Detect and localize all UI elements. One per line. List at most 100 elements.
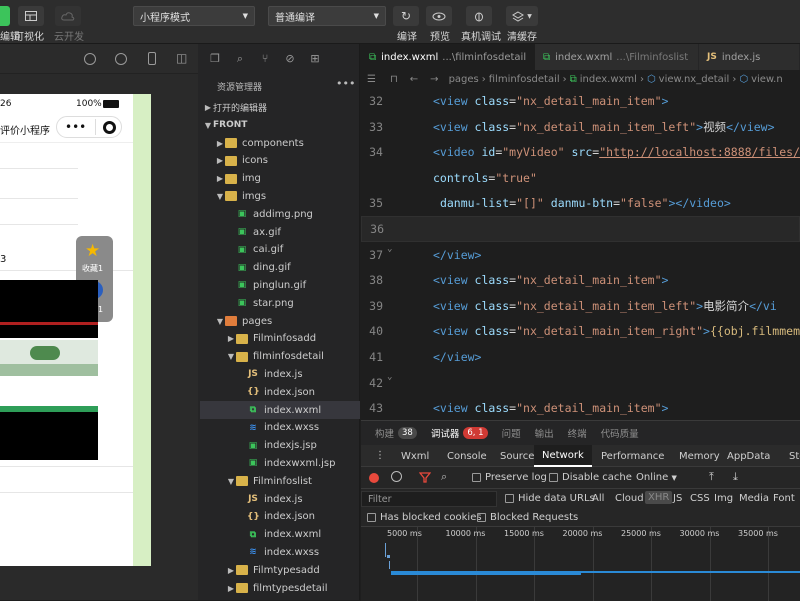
search-icon[interactable]: ⌕: [234, 53, 246, 65]
search-icon[interactable]: ⌕: [441, 470, 447, 484]
close-icon[interactable]: [103, 121, 116, 134]
tree-item[interactable]: ⧉ index.wxml: [200, 401, 360, 419]
tree-item[interactable]: ▶ Filminfosadd: [200, 330, 360, 348]
record-icon[interactable]: [369, 473, 379, 483]
filter-input[interactable]: Filter: [361, 491, 497, 507]
filter-type-all[interactable]: All: [592, 493, 604, 504]
tree-item[interactable]: ▼ imgs: [200, 187, 360, 205]
filter-type-xhr[interactable]: XHR: [645, 491, 673, 504]
breadcrumb-item[interactable]: pages: [449, 74, 479, 85]
tree-item[interactable]: ▶ Filmtypesadd: [200, 561, 360, 579]
filter-type-cloud[interactable]: Cloud: [615, 493, 644, 504]
tree-item[interactable]: ▶ img: [200, 170, 360, 188]
tree-item[interactable]: ▣ star.png: [200, 294, 360, 312]
disable-cache-checkbox[interactable]: Disable cache: [549, 472, 632, 483]
tab-index-wxml-detail[interactable]: ⧉ index.wxml ...\filminfosdetail ✕: [361, 44, 542, 70]
panel-tab[interactable]: 输出: [535, 426, 554, 440]
star-icon[interactable]: ★: [85, 241, 100, 261]
compile-select[interactable]: 普通编译 ▼: [268, 6, 386, 26]
preview-button[interactable]: [426, 6, 452, 26]
devtools-tab-wxml[interactable]: Wxml: [401, 445, 429, 467]
root-section[interactable]: ▼ FRONT: [200, 116, 360, 134]
devtools-tab-performance[interactable]: Performance: [601, 445, 664, 467]
breadcrumb-item[interactable]: index.wxml: [580, 74, 637, 85]
capsule-menu[interactable]: •••: [56, 116, 122, 138]
list-icon[interactable]: ☰: [367, 74, 376, 85]
compile-mode-select[interactable]: 小程序模式 ▼: [133, 6, 255, 26]
download-icon[interactable]: ⤓: [733, 470, 738, 484]
tree-item[interactable]: JS index.js: [200, 365, 360, 383]
upload-icon[interactable]: ⤒: [709, 470, 714, 484]
hide-data-urls-checkbox[interactable]: Hide data URLs: [505, 493, 595, 504]
preserve-log-checkbox[interactable]: Preserve log: [472, 472, 547, 483]
blocked-cookies-checkbox[interactable]: Has blocked cookies: [367, 512, 482, 523]
clear-icon[interactable]: [391, 471, 402, 482]
filter-icon[interactable]: [419, 472, 431, 483]
filter-type-img[interactable]: Img: [714, 493, 733, 504]
network-timeline[interactable]: 5000 ms 10000 ms 15000 ms 20000 ms 25000 ms 3…: [361, 527, 800, 601]
tree-item[interactable]: ▣ indexwxml.jsp: [200, 454, 360, 472]
throttle-select[interactable]: Online ▼: [636, 472, 677, 483]
tree-item[interactable]: ▣ addimg.png: [200, 205, 360, 223]
cloud-dev-button[interactable]: [55, 6, 81, 26]
tree-item[interactable]: ▣ cai.gif: [200, 241, 360, 259]
tree-item[interactable]: ≋ index.wxss: [200, 419, 360, 437]
filter-type-font[interactable]: Font: [773, 493, 795, 504]
extensions-icon[interactable]: ⊞: [309, 53, 321, 65]
remote-debug-button[interactable]: [466, 6, 492, 26]
open-editors-section[interactable]: ▶ 打开的编辑器: [200, 98, 360, 116]
tree-item[interactable]: ▣ indexjs.jsp: [200, 437, 360, 455]
breadcrumb-item[interactable]: filminfosdetail: [489, 74, 560, 85]
split-view-icon[interactable]: ◫: [176, 51, 187, 65]
panel-tab[interactable]: 代码质量: [601, 426, 639, 440]
video-thumb[interactable]: [0, 280, 98, 338]
files-icon[interactable]: ❐: [209, 53, 221, 65]
fold-icon[interactable]: ⌄: [387, 372, 392, 382]
phone-icon[interactable]: [148, 52, 156, 65]
panel-tab[interactable]: 问题: [502, 426, 521, 440]
blocked-requests-checkbox[interactable]: Blocked Requests: [477, 512, 578, 523]
tree-item[interactable]: ⧉ index.wxml: [200, 526, 360, 544]
tree-item[interactable]: ▼ Filminfoslist: [200, 472, 360, 490]
source-control-icon[interactable]: ⑂: [259, 53, 271, 65]
visual-toggle-button[interactable]: [18, 6, 44, 26]
tree-item[interactable]: JS index.js: [200, 490, 360, 508]
fold-icon[interactable]: ⌄: [387, 244, 392, 254]
panel-tab[interactable]: 调试器 6, 1: [431, 426, 488, 440]
editor-toggle-button[interactable]: [0, 6, 10, 26]
breadcrumb-item[interactable]: view.nx_detail: [659, 74, 730, 85]
tree-item[interactable]: ▣ ding.gif: [200, 259, 360, 277]
breadcrumb-item[interactable]: view.n: [751, 74, 783, 85]
devtools-tab-sto[interactable]: Sto: [789, 445, 800, 467]
more-icon[interactable]: •••: [65, 120, 86, 134]
tree-item[interactable]: ▣ ax.gif: [200, 223, 360, 241]
filter-type-js[interactable]: JS: [673, 493, 682, 504]
devtools-menu-icon[interactable]: ⋮: [375, 450, 385, 461]
video-thumb-2[interactable]: [0, 412, 98, 460]
rotate-icon[interactable]: [84, 53, 96, 65]
forward-arrow-icon[interactable]: →: [430, 74, 438, 85]
filter-type-media[interactable]: Media: [739, 493, 769, 504]
more-icon[interactable]: •••: [336, 77, 355, 90]
tab-index-js[interactable]: JS index.js: [699, 44, 800, 70]
tree-item[interactable]: {} index.json: [200, 508, 360, 526]
panel-tab[interactable]: 构建 38: [375, 426, 417, 440]
devtools-tab-network[interactable]: Network: [534, 445, 592, 467]
record-icon[interactable]: [115, 53, 127, 65]
debug-icon[interactable]: ⊘: [284, 53, 296, 65]
tree-item[interactable]: ▣ pinglun.gif: [200, 276, 360, 294]
bookmark-icon[interactable]: ⊓: [390, 74, 398, 85]
devtools-tab-console[interactable]: Console: [447, 445, 487, 467]
tree-item[interactable]: ≋ index.wxss: [200, 543, 360, 561]
tree-item[interactable]: ▼ pages: [200, 312, 360, 330]
clear-cache-button[interactable]: ▼: [506, 6, 538, 26]
filter-type-css[interactable]: CSS: [690, 493, 710, 504]
back-arrow-icon[interactable]: ←: [410, 74, 418, 85]
compile-button[interactable]: ↻: [393, 6, 419, 26]
devtools-tab-appdata[interactable]: AppData: [727, 445, 770, 467]
tree-item[interactable]: ▼ filminfosdetail: [200, 348, 360, 366]
tree-item[interactable]: {} index.json: [200, 383, 360, 401]
tree-item[interactable]: ▶ filmtypesdetail: [200, 579, 360, 597]
devtools-tab-memory[interactable]: Memory: [679, 445, 720, 467]
tab-index-wxml-list[interactable]: ⧉ index.wxml ...\Filminfoslist: [535, 44, 699, 70]
